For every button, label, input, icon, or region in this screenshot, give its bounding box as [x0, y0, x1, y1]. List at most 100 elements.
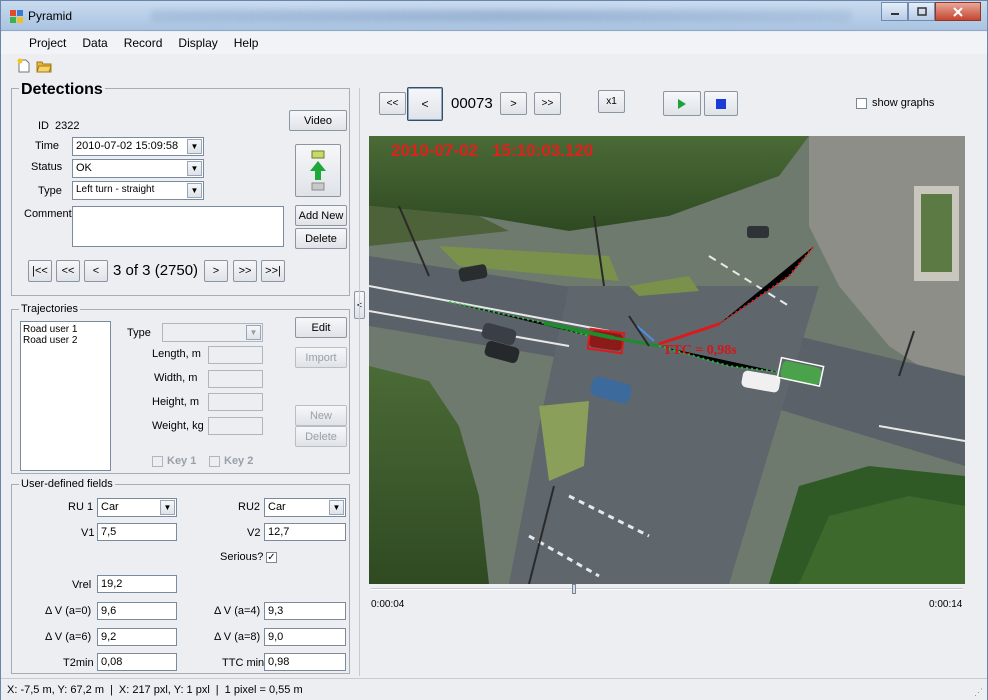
- stop-icon: [716, 98, 726, 109]
- time-value: 2010-07-02 15:09:58: [76, 140, 179, 152]
- list-item[interactable]: Road user 2: [23, 335, 108, 346]
- prev-fast-button[interactable]: <<: [56, 260, 80, 282]
- trajectories-legend: Trajectories: [19, 303, 81, 315]
- import-button[interactable]: Import: [295, 347, 347, 368]
- player-prev-fast-button[interactable]: <<: [379, 92, 406, 115]
- status-position-px: X: 217 pxl, Y: 1 pxl: [118, 683, 210, 696]
- detections-heading: Detections: [19, 81, 105, 99]
- chevron-down-icon: ▼: [187, 161, 202, 176]
- new-file-icon: [17, 58, 30, 73]
- status-separator: |: [110, 683, 113, 696]
- ru2-dropdown[interactable]: Car ▼: [264, 498, 346, 517]
- user-fields-legend: User-defined fields: [19, 478, 115, 490]
- add-new-button[interactable]: Add New: [295, 205, 347, 226]
- detections-panel: Detections ID 2322 Time 2010-07-02 15:09…: [11, 81, 350, 296]
- menu-record[interactable]: Record: [116, 36, 171, 50]
- minimize-button[interactable]: [881, 2, 908, 21]
- frame-counter: 00073: [451, 95, 493, 112]
- aerial-intersection-image: [369, 136, 965, 584]
- type-label: Type: [38, 185, 62, 197]
- minimize-icon: [890, 12, 899, 15]
- dv0-field[interactable]: 9,6: [97, 602, 177, 620]
- ru2-value: Car: [268, 501, 286, 513]
- app-icon: [10, 10, 23, 23]
- player-next-button[interactable]: >: [500, 92, 527, 115]
- status-value: OK: [76, 162, 92, 174]
- time-dropdown[interactable]: 2010-07-02 15:09:58 ▼: [72, 137, 204, 156]
- t2min-field[interactable]: 0,08: [97, 653, 177, 671]
- dv8-field[interactable]: 9,0: [264, 628, 346, 646]
- menu-data[interactable]: Data: [74, 36, 115, 50]
- menu-display[interactable]: Display: [170, 36, 225, 50]
- key2-checkbox[interactable]: [209, 456, 220, 467]
- open-folder-icon: [36, 61, 52, 73]
- vrel-label: Vrel: [72, 579, 92, 591]
- height-label: Height, m: [152, 396, 200, 408]
- show-graphs-checkbox[interactable]: [856, 98, 867, 109]
- timeline-track[interactable]: [371, 584, 963, 594]
- chevron-down-icon: ▼: [329, 500, 344, 515]
- length-field[interactable]: [208, 346, 263, 364]
- delete-trajectory-button[interactable]: Delete: [295, 426, 347, 447]
- stop-button[interactable]: [704, 91, 738, 116]
- list-item[interactable]: Road user 1: [23, 324, 108, 335]
- serious-label: Serious?: [220, 551, 264, 563]
- next-fast-button[interactable]: >>: [233, 260, 257, 282]
- close-icon: [953, 6, 963, 17]
- status-dropdown[interactable]: OK ▼: [72, 159, 204, 178]
- speed-button[interactable]: x1: [598, 90, 625, 113]
- dv4-field[interactable]: 9,3: [264, 602, 346, 620]
- next-button[interactable]: >: [204, 260, 228, 282]
- play-button[interactable]: [663, 91, 701, 116]
- key1-checkbox[interactable]: [152, 456, 163, 467]
- new-trajectory-button[interactable]: New: [295, 405, 347, 426]
- chevron-down-icon: ▼: [187, 183, 202, 198]
- open-folder-button[interactable]: [35, 57, 53, 75]
- trajectory-list[interactable]: Road user 1 Road user 2: [20, 321, 111, 471]
- chevron-down-icon: ▼: [160, 500, 175, 515]
- chevron-down-icon: ▼: [187, 139, 202, 154]
- v2-field[interactable]: 12,7: [264, 523, 346, 541]
- timeline-thumb[interactable]: [572, 584, 577, 594]
- delete-detection-button[interactable]: Delete: [295, 228, 347, 249]
- dv6-field[interactable]: 9,2: [97, 628, 177, 646]
- v1-field[interactable]: 7,5: [97, 523, 177, 541]
- status-separator: |: [215, 683, 219, 696]
- splitter[interactable]: [359, 88, 360, 676]
- menu-help[interactable]: Help: [226, 36, 267, 50]
- toolbar: [1, 54, 987, 78]
- maximize-button[interactable]: [908, 2, 935, 21]
- time-start-label: 0:00:04: [371, 599, 405, 610]
- ttcmin-field[interactable]: 0,98: [264, 653, 346, 671]
- status-label: Status: [31, 161, 63, 173]
- vrel-field[interactable]: 19,2: [97, 575, 177, 593]
- edit-button[interactable]: Edit: [295, 317, 347, 338]
- ru1-dropdown[interactable]: Car ▼: [97, 498, 177, 517]
- ru1-label: RU 1: [68, 501, 94, 513]
- serious-checkbox[interactable]: ✓: [266, 552, 277, 563]
- menu-project[interactable]: Project: [21, 36, 74, 50]
- app-window: Pyramid Project Data Record Display Help…: [0, 0, 988, 700]
- window-title: Pyramid: [28, 9, 73, 23]
- video-frame[interactable]: 2010-07-02 15:10:03.120 TTC = 0,98s: [369, 136, 965, 584]
- first-button[interactable]: |<<: [28, 260, 52, 282]
- video-button[interactable]: Video: [289, 110, 347, 131]
- dv8-label: Δ V (a=8): [214, 631, 261, 643]
- close-button[interactable]: [935, 2, 981, 21]
- resize-grip-icon[interactable]: ⋰: [974, 687, 983, 698]
- trajectories-panel: Trajectories Road user 1 Road user 2 Typ…: [11, 303, 350, 474]
- weight-field[interactable]: [208, 417, 263, 435]
- prev-button[interactable]: <: [84, 260, 108, 282]
- traj-type-dropdown[interactable]: ▼: [162, 323, 263, 342]
- width-field[interactable]: [208, 370, 263, 388]
- last-button[interactable]: >>|: [261, 260, 285, 282]
- new-file-button[interactable]: [15, 57, 33, 75]
- comment-textarea[interactable]: [72, 206, 284, 247]
- ru2-label: RU2: [238, 501, 261, 513]
- go-up-button[interactable]: [295, 144, 341, 197]
- type-dropdown[interactable]: Left turn - straight ▼: [72, 181, 204, 200]
- title-bar: Pyramid: [1, 1, 987, 31]
- height-field[interactable]: [208, 393, 263, 411]
- player-next-fast-button[interactable]: >>: [534, 92, 561, 115]
- player-prev-button[interactable]: <: [407, 87, 443, 121]
